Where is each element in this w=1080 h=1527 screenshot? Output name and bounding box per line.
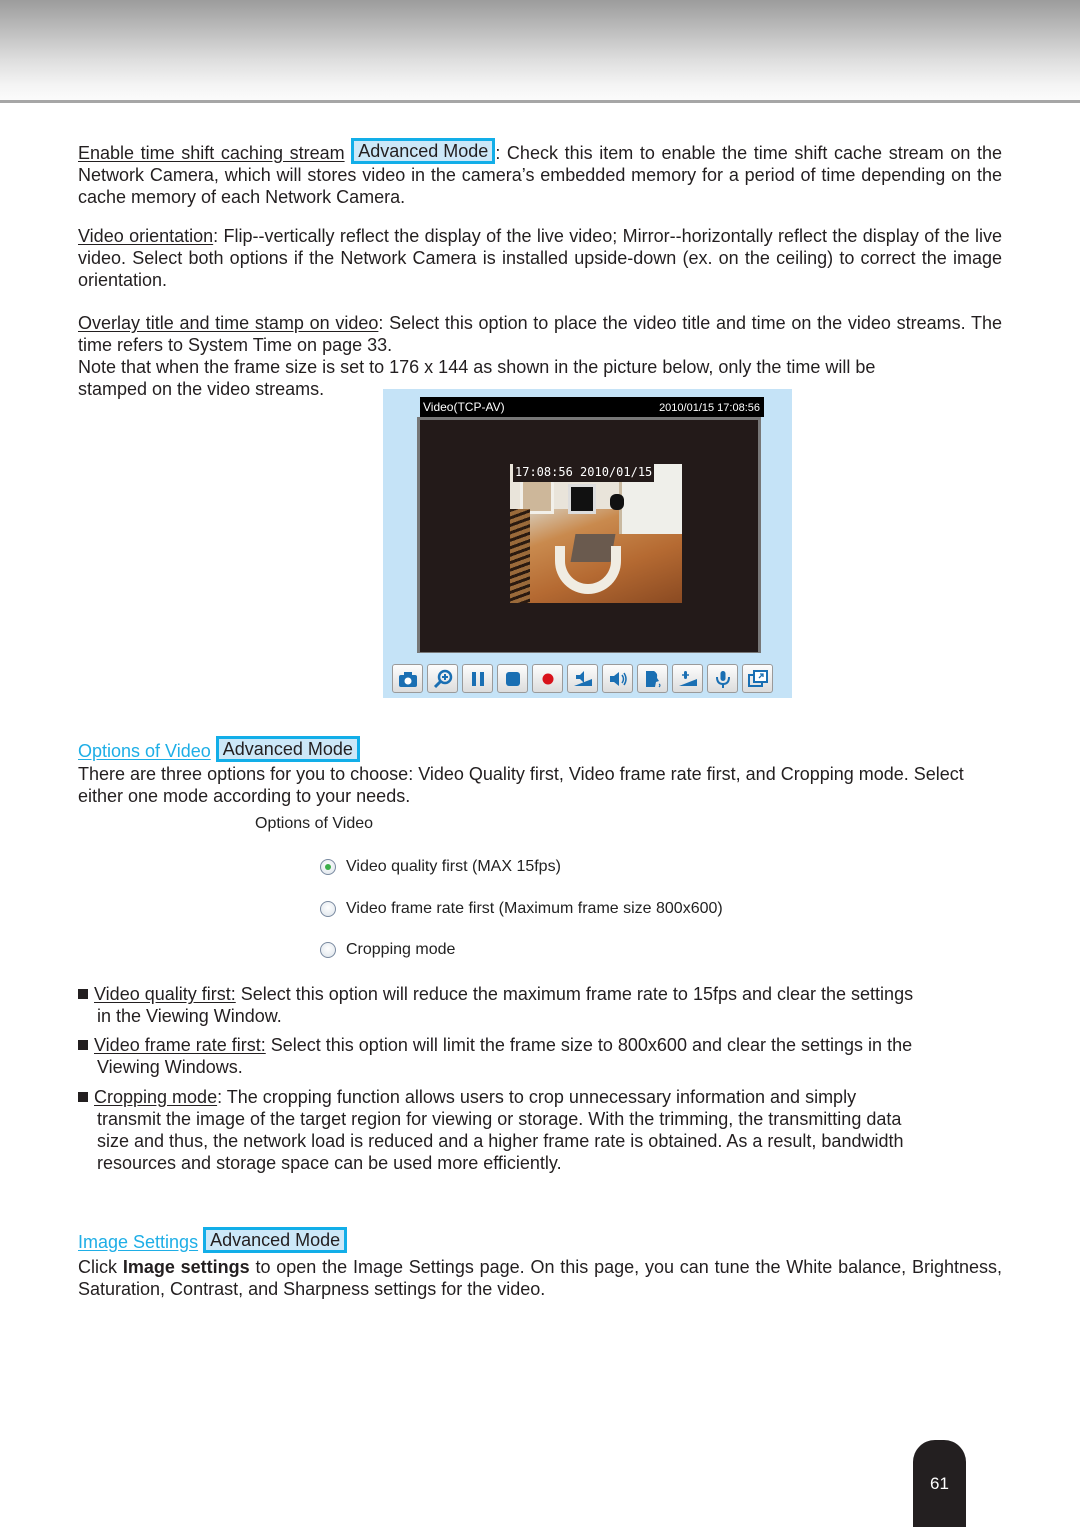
- options-of-video-link[interactable]: Options of Video: [78, 741, 211, 761]
- record-icon: [542, 673, 553, 684]
- advanced-mode-badge: Advanced Mode: [351, 138, 496, 164]
- bullet-text: Select this option will limit the frame …: [265, 1035, 913, 1055]
- orientation-text: : Flip--vertically reflect the display o…: [78, 226, 1002, 290]
- viewer-toolbar: [392, 664, 773, 694]
- overlay-note-line2: stamped on the video streams.: [78, 379, 325, 399]
- bullet-cropping-mode: Cropping mode: The cropping function all…: [78, 1086, 1002, 1174]
- bullet-square-icon: [78, 989, 88, 999]
- overlay-note-2: stamped on the video streams.: [78, 378, 378, 400]
- time-shift-text: : Check this item to enable the time shi…: [495, 143, 883, 163]
- orientation-term: Video orientation: [78, 226, 214, 246]
- bullet-frame-rate-first: Video frame rate first: Select this opti…: [78, 1034, 1002, 1078]
- microphone-icon: [715, 670, 730, 688]
- bullet-text: Select this option will reduce the maxim…: [235, 984, 914, 1004]
- video-title-bar: Video(TCP-AV) 2010/01/15 17:08:56: [420, 397, 764, 417]
- page-number: 61: [913, 1440, 966, 1527]
- fullscreen-icon: [747, 669, 768, 687]
- overlay-paragraph: Overlay title and time stamp on video: S…: [78, 312, 1002, 356]
- camera-icon: [398, 671, 417, 687]
- speaker-icon: [609, 671, 627, 686]
- bullet-square-icon: [78, 1040, 88, 1050]
- talk-button[interactable]: [637, 664, 668, 693]
- overlay-timestamp: 17:08:56 2010/01/15: [513, 462, 655, 482]
- options-heading: Options of Video Advanced Mode: [78, 736, 1002, 762]
- option-frame-rate-first[interactable]: Video frame rate first (Maximum frame si…: [320, 900, 723, 918]
- option-cropping-mode[interactable]: Cropping mode: [320, 941, 455, 959]
- time-shift-paragraph: Enable time shift caching stream Advance…: [78, 138, 1002, 208]
- overlay-term: Overlay title and time stamp on video: [78, 313, 379, 333]
- bullet-text-cont: Viewing Windows.: [97, 1057, 243, 1077]
- radio-selected-icon[interactable]: [320, 859, 336, 875]
- advanced-mode-badge: Advanced Mode: [215, 736, 360, 762]
- record-button[interactable]: [532, 664, 563, 693]
- video-title: Video(TCP-AV): [423, 400, 505, 414]
- snapshot-button[interactable]: [392, 664, 423, 693]
- bullet-text-cont: size and thus, the network load is reduc…: [97, 1131, 904, 1151]
- zoom-in-icon: [433, 669, 452, 688]
- bullet-square-icon: [78, 1092, 88, 1102]
- overlay-note-line1: Note that when the frame size is set to …: [78, 357, 876, 377]
- options-description: There are three options for you to choos…: [78, 763, 1002, 807]
- image-settings-text-prefix: Click: [78, 1257, 123, 1277]
- bullet-term: Cropping mode: [94, 1087, 218, 1107]
- mute-button[interactable]: [602, 664, 633, 693]
- talk-icon: [645, 670, 661, 687]
- fullscreen-button[interactable]: [742, 664, 773, 693]
- stop-button[interactable]: [497, 664, 528, 693]
- live-view-screenshot: Video(TCP-AV) 2010/01/15 17:08:56 17:08:…: [383, 389, 792, 698]
- bullet-term: Video quality first:: [94, 984, 236, 1004]
- image-settings-bold: Image settings: [122, 1257, 250, 1277]
- page-header-band: [0, 0, 1080, 100]
- radio-icon[interactable]: [320, 942, 336, 958]
- pause-button[interactable]: [462, 664, 493, 693]
- volume-button[interactable]: [567, 664, 598, 693]
- video-datetime: 2010/01/15 17:08:56: [659, 402, 760, 414]
- zoom-button[interactable]: [427, 664, 458, 693]
- orientation-paragraph: Video orientation: Flip--vertically refl…: [78, 225, 1002, 291]
- time-shift-term: Enable time shift caching stream: [78, 143, 345, 163]
- bullet-text-cont: resources and storage space can be used …: [97, 1153, 562, 1173]
- volume-icon: [573, 670, 592, 686]
- options-panel-title: Options of Video: [255, 815, 374, 832]
- image-settings-link[interactable]: Image Settings: [78, 1232, 198, 1252]
- advanced-mode-badge: Advanced Mode: [203, 1227, 348, 1253]
- video-frame: 17:08:56 2010/01/15: [417, 417, 761, 653]
- mic-volume-icon: [678, 670, 697, 686]
- video-snapshot: [510, 464, 682, 603]
- option-label: Video quality first (MAX 15fps): [346, 858, 561, 875]
- option-label: Cropping mode: [346, 941, 456, 958]
- mic-button[interactable]: [707, 664, 738, 693]
- radio-icon[interactable]: [320, 901, 336, 917]
- option-video-quality-first[interactable]: Video quality first (MAX 15fps): [320, 858, 561, 876]
- pause-icon: [471, 671, 484, 686]
- mic-volume-button[interactable]: [672, 664, 703, 693]
- bullet-video-quality-first: Video quality first: Select this option …: [78, 983, 1002, 1027]
- stop-icon: [505, 671, 520, 686]
- bullet-text-cont: transmit the image of the target region …: [97, 1109, 902, 1129]
- options-text: There are three options for you to choos…: [78, 764, 964, 806]
- video-area: 17:08:56 2010/01/15: [420, 420, 758, 652]
- bullet-text: : The cropping function allows users to …: [217, 1087, 857, 1107]
- image-settings-heading: Image Settings Advanced Mode: [78, 1227, 1002, 1253]
- header-divider: [0, 100, 1080, 103]
- overlay-note: Note that when the frame size is set to …: [78, 356, 1002, 378]
- bullet-text-cont: in the Viewing Window.: [97, 1006, 282, 1026]
- option-label: Video frame rate first (Maximum frame si…: [346, 900, 723, 917]
- bullet-term: Video frame rate first:: [94, 1035, 266, 1055]
- image-settings-description: Click Image settings to open the Image S…: [78, 1256, 1002, 1300]
